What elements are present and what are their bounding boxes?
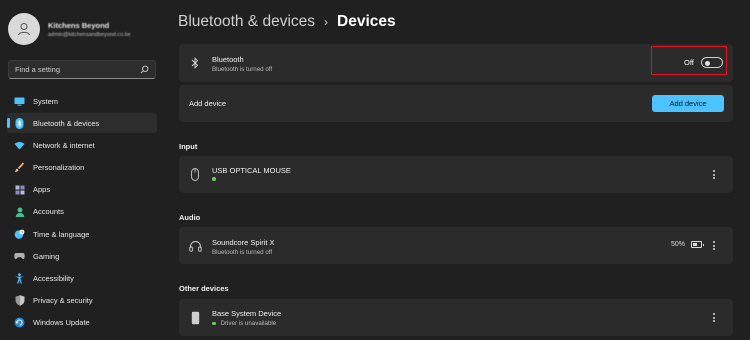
more-options-icon[interactable] — [710, 311, 718, 325]
profile-name: Kitchens Beyond — [48, 20, 110, 30]
apps-icon — [14, 184, 25, 195]
profile-email: admin@kitchensandbeyond.co.ke — [48, 31, 131, 38]
add-device-card: Add device — [179, 85, 733, 122]
globe-clock-icon — [14, 229, 25, 240]
brush-icon — [14, 162, 25, 173]
more-options-icon[interactable] — [710, 239, 718, 253]
bluetooth-card: Bluetooth Bluetooth is turned off — [179, 44, 733, 82]
device-status: Driver is unavailable — [212, 320, 276, 327]
user-profile[interactable]: Kitchens Beyond admin@kitchensandbeyond.… — [8, 13, 131, 45]
bluetooth-status: Bluetooth is turned off — [212, 66, 273, 73]
battery-percent: 50% — [671, 241, 686, 248]
person-icon — [18, 23, 30, 36]
gamepad-icon — [14, 251, 25, 262]
section-other-devices: Other devices — [179, 284, 229, 293]
sidebar-item-accessibility[interactable]: Accessibility — [7, 269, 157, 289]
device-status: Bluetooth is turned off — [212, 249, 273, 256]
connected-dot — [212, 177, 216, 181]
device-row-mouse[interactable]: USB OPTICAL MOUSE — [179, 156, 733, 193]
breadcrumb: Bluetooth & devices › Devices — [178, 13, 396, 31]
device-name: Soundcore Spirit X — [212, 238, 275, 247]
sidebar-item-label: Privacy & security — [33, 296, 93, 306]
battery-fill — [693, 243, 697, 246]
sidebar-item-personalization[interactable]: Personalization — [7, 158, 157, 178]
chevron-right-icon: › — [324, 15, 329, 29]
page-title: Devices — [337, 13, 396, 30]
device-row-base-system[interactable]: Base System Device Driver is unavailable — [179, 299, 733, 336]
device-icon — [188, 310, 202, 326]
sidebar-item-apps[interactable]: Apps — [7, 180, 157, 200]
shield-icon — [14, 295, 25, 306]
avatar — [8, 13, 40, 45]
bluetooth-icon — [14, 117, 25, 129]
sidebar-item-label: Accessibility — [33, 274, 74, 283]
wifi-icon — [14, 140, 25, 151]
update-icon — [14, 317, 25, 328]
toggle-state-label: Off — [684, 58, 694, 67]
sidebar-item-privacy-security[interactable]: Privacy & security — [7, 291, 157, 311]
device-name: Base System Device — [212, 309, 282, 318]
sidebar-item-label: System — [33, 96, 59, 106]
sidebar-item-label: Bluetooth & devices — [33, 118, 100, 128]
battery-indicator: 50% — [671, 241, 705, 248]
mouse-icon — [188, 167, 202, 183]
sidebar-item-gaming[interactable]: Gaming — [7, 246, 157, 266]
person-icon — [14, 206, 25, 217]
sidebar-item-accounts[interactable]: Accounts — [7, 202, 157, 222]
sidebar-item-label: Apps — [33, 185, 51, 195]
display-icon — [14, 96, 25, 107]
add-device-button[interactable]: Add device — [652, 95, 724, 112]
headphones-icon — [188, 238, 202, 254]
bluetooth-toggle[interactable] — [701, 57, 723, 68]
sidebar-item-label: Time & language — [33, 229, 90, 239]
bluetooth-title: Bluetooth — [212, 55, 244, 64]
section-audio: Audio — [179, 213, 201, 222]
search-input[interactable] — [15, 65, 140, 74]
sidebar-item-label: Network & internet — [33, 140, 95, 150]
toggle-knob — [705, 60, 710, 66]
device-status — [212, 177, 221, 181]
sidebar-item-label: Personalization — [33, 163, 85, 173]
sidebar-item-windows-update[interactable]: Windows Update — [7, 313, 157, 333]
device-row-headset[interactable]: Soundcore Spirit X Bluetooth is turned o… — [179, 227, 733, 264]
breadcrumb-parent[interactable]: Bluetooth & devices — [178, 13, 315, 31]
status-dot — [212, 321, 216, 326]
sidebar-item-bluetooth-devices[interactable]: Bluetooth & devices — [7, 113, 157, 134]
bluetooth-icon — [188, 55, 202, 71]
device-name: USB OPTICAL MOUSE — [212, 166, 291, 175]
search-icon[interactable] — [140, 65, 149, 74]
search-box[interactable] — [8, 60, 156, 79]
sidebar: Kitchens Beyond admin@kitchensandbeyond.… — [0, 0, 165, 340]
sidebar-item-system[interactable]: System — [7, 91, 157, 111]
accessibility-icon — [14, 273, 25, 284]
section-input: Input — [179, 142, 198, 151]
battery-icon — [691, 241, 705, 248]
sidebar-nav: System Bluetooth & devices Network & int… — [7, 91, 157, 335]
sidebar-item-label: Gaming — [33, 251, 60, 261]
sidebar-item-label: Windows Update — [33, 318, 90, 328]
more-options-icon[interactable] — [710, 168, 718, 182]
sidebar-item-network-internet[interactable]: Network & internet — [7, 135, 157, 155]
sidebar-item-time-language[interactable]: Time & language — [7, 224, 157, 244]
device-status-text: Driver is unavailable — [220, 320, 277, 327]
add-device-label: Add device — [189, 99, 227, 108]
sidebar-item-label: Accounts — [33, 207, 64, 217]
